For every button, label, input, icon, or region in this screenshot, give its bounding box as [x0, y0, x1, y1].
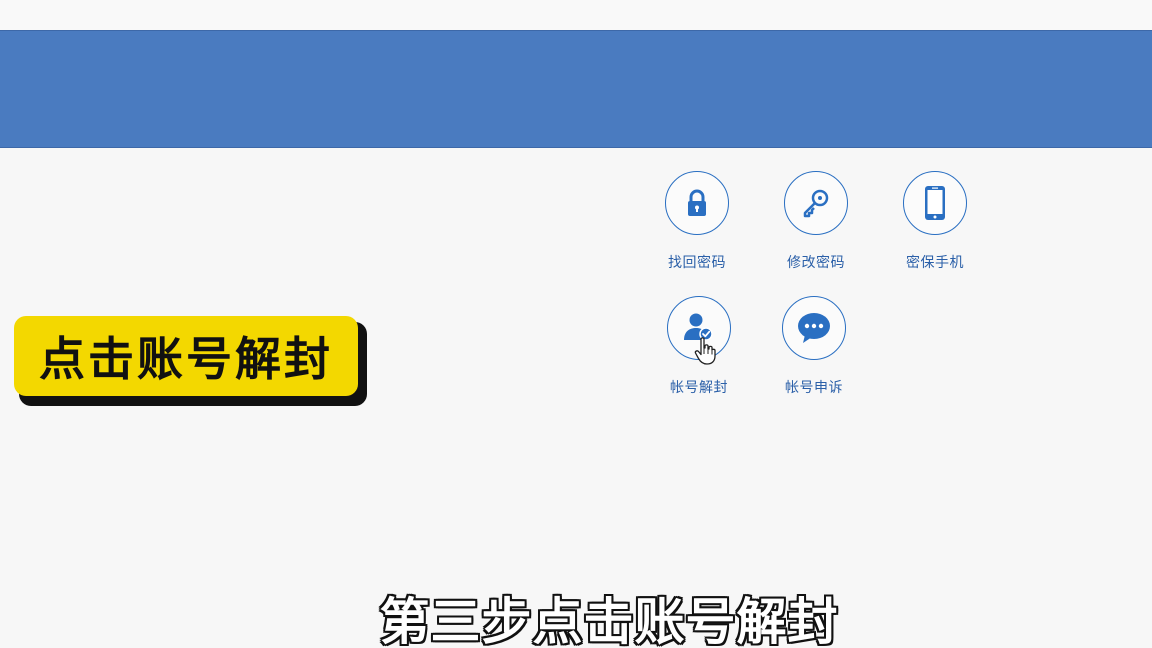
badge-text: 点击账号解封 — [39, 332, 333, 386]
badge-face: 点击账号解封 — [14, 316, 358, 396]
key-icon — [803, 189, 829, 218]
header-banner — [0, 30, 1152, 148]
hand-cursor-icon — [694, 337, 716, 365]
chat-bubble-icon — [798, 313, 830, 343]
tile-label: 密保手机 — [906, 255, 964, 271]
tile-find-password-circle[interactable] — [665, 171, 729, 235]
tile-find-password[interactable]: 找回密码 — [642, 171, 752, 281]
tile-label: 帐号申诉 — [785, 380, 843, 396]
tile-account-unban[interactable]: 帐号解封 — [644, 296, 754, 406]
instruction-badge: 点击账号解封 — [14, 316, 367, 406]
phone-icon — [925, 186, 945, 220]
tile-security-phone[interactable]: 密保手机 — [880, 171, 990, 281]
tile-account-appeal[interactable]: 帐号申诉 — [759, 296, 869, 406]
tile-label: 帐号解封 — [670, 380, 728, 396]
lock-icon — [688, 189, 706, 216]
tile-security-phone-circle[interactable] — [903, 171, 967, 235]
tile-account-appeal-circle[interactable] — [782, 296, 846, 360]
tile-account-unban-circle[interactable] — [667, 296, 731, 365]
top-strip — [0, 0, 1152, 30]
page: 找回密码 修改密码 密保手机 帐号解封 帐号申诉 点击账号解封 第三步点击账号解… — [0, 0, 1152, 648]
tile-label: 修改密码 — [787, 255, 845, 271]
tile-label: 找回密码 — [668, 255, 726, 271]
tile-change-password-circle[interactable] — [784, 171, 848, 235]
tile-change-password[interactable]: 修改密码 — [761, 171, 871, 281]
subtitle-caption: 第三步点击账号解封 — [379, 593, 839, 648]
